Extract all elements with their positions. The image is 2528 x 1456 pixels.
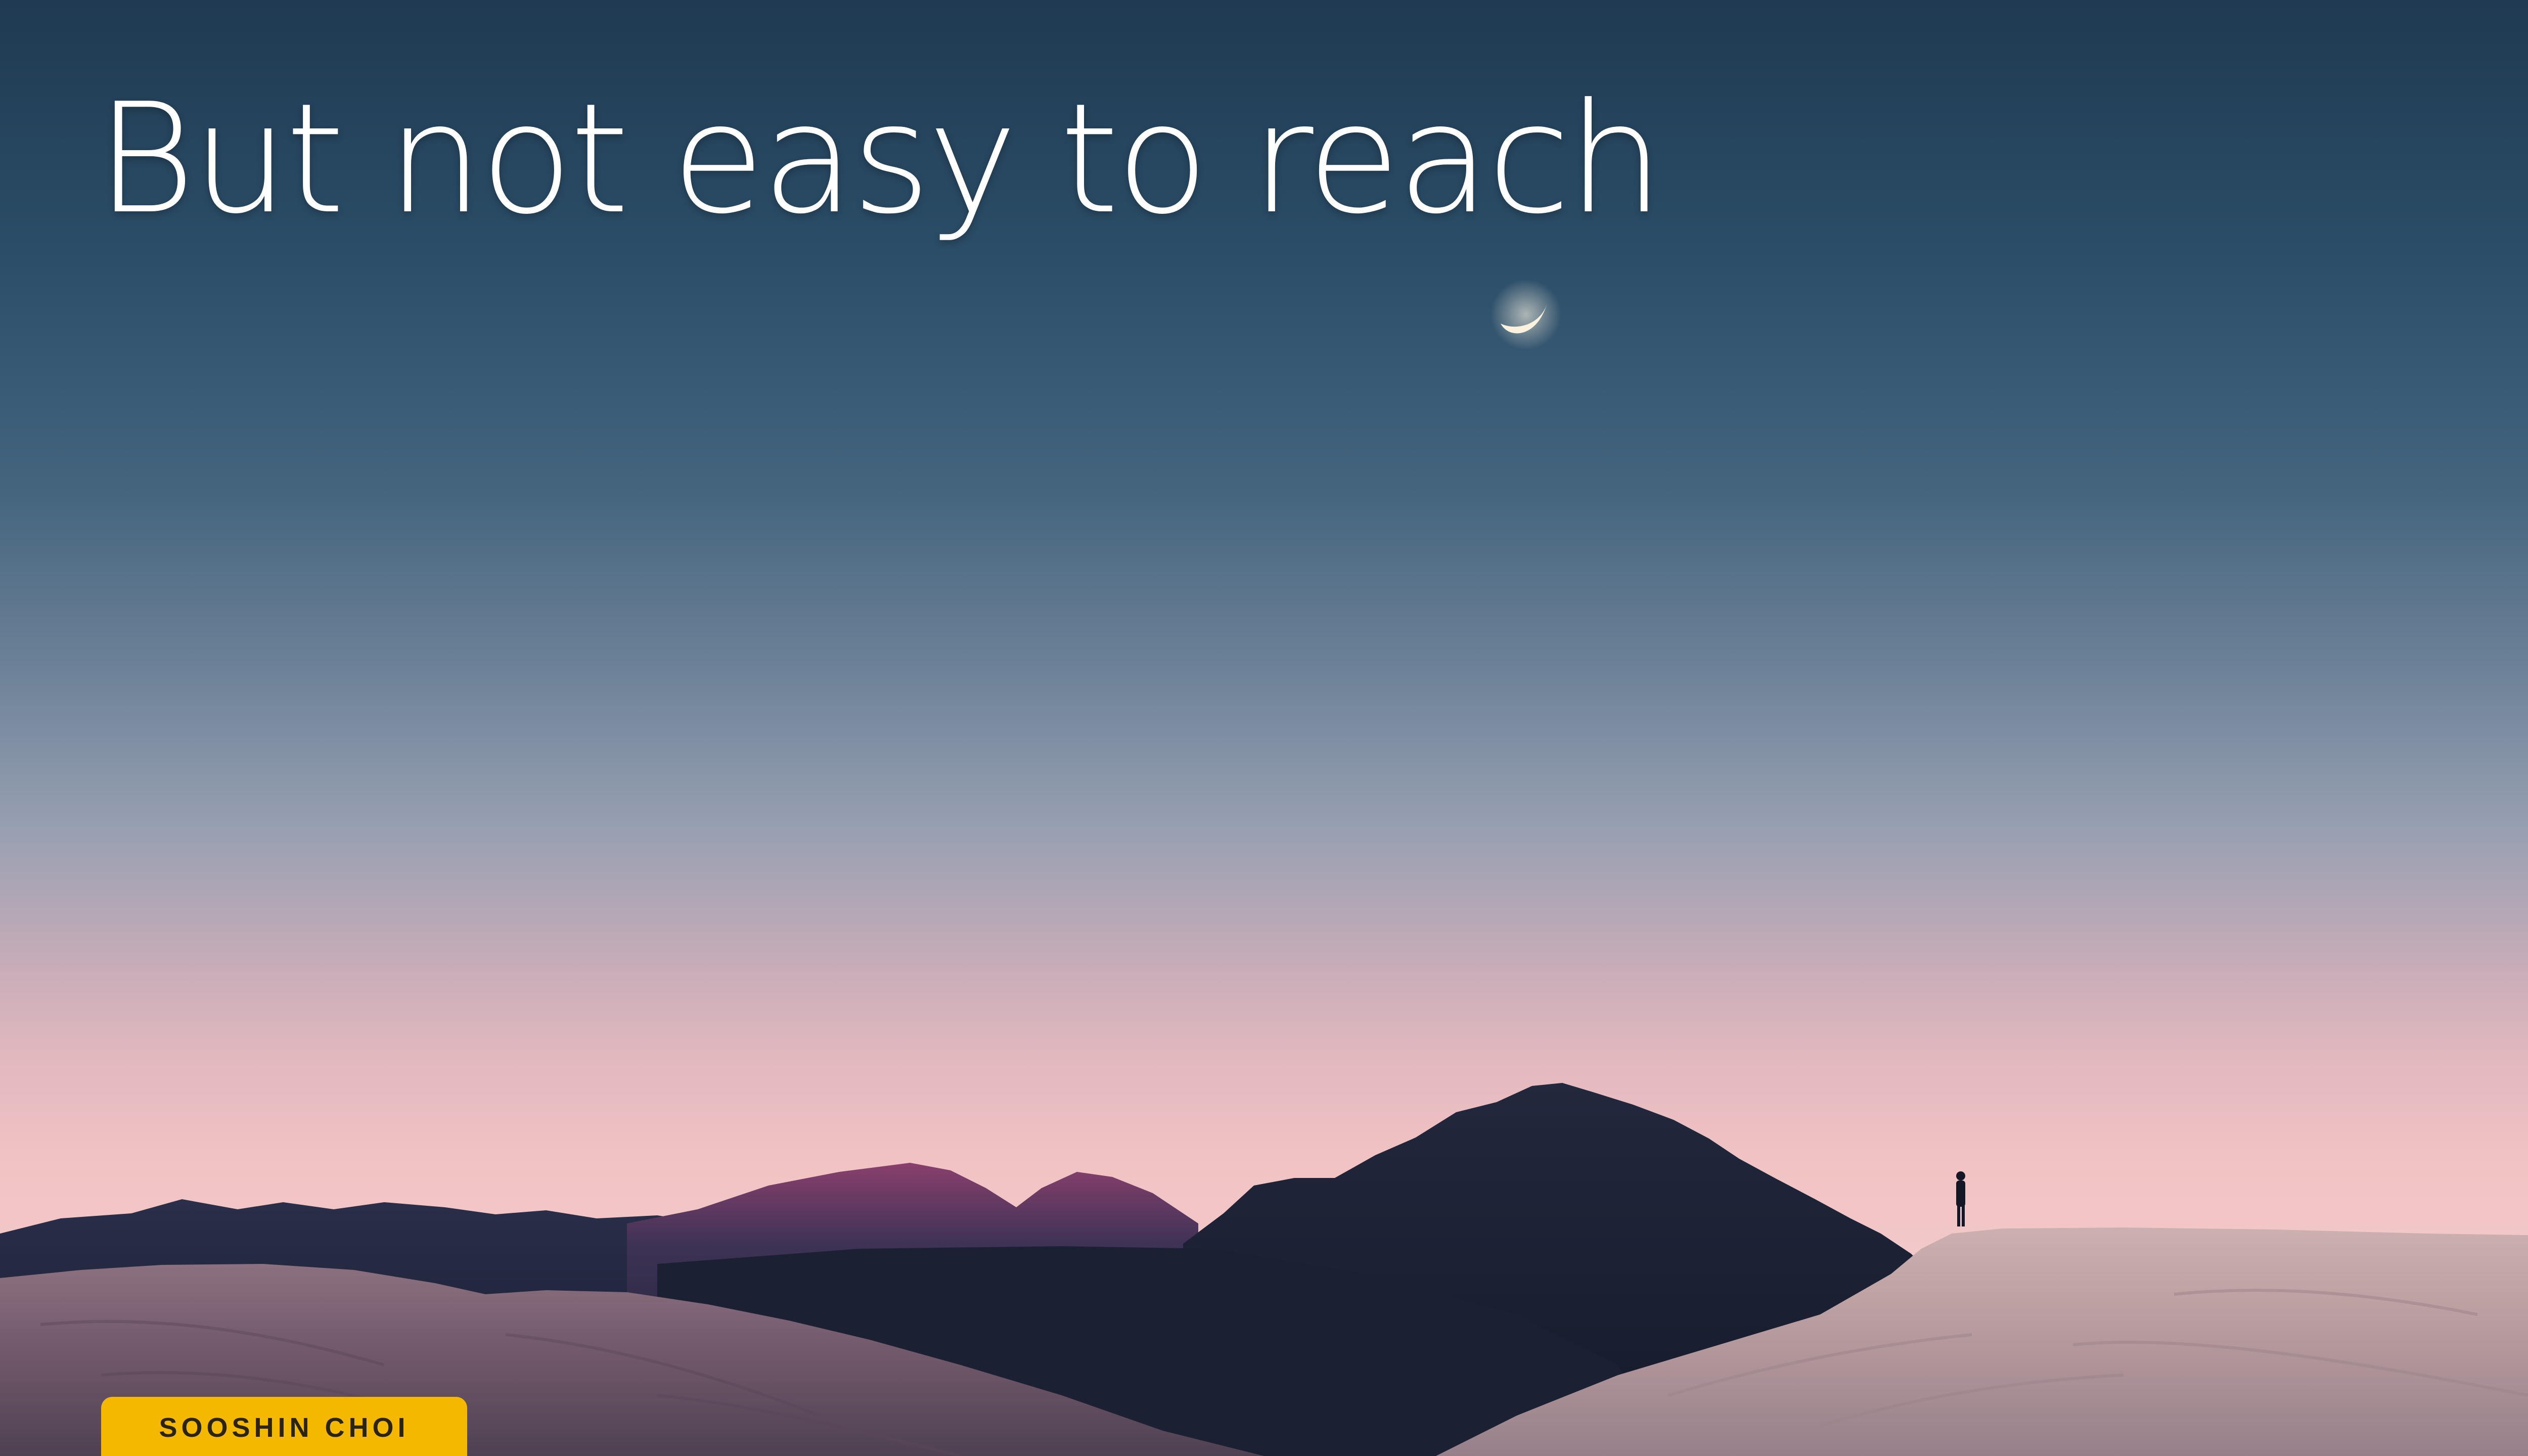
presentation-slide: But not easy to reach SOOSHIN CHOI [0, 0, 2528, 1456]
presenter-tag: SOOSHIN CHOI [101, 1397, 467, 1456]
slide-title: But not easy to reach [96, 71, 1664, 247]
crescent-moon-icon [1491, 279, 1561, 350]
person-silhouette-icon [1956, 1171, 1965, 1226]
presenter-name: SOOSHIN CHOI [159, 1413, 410, 1443]
